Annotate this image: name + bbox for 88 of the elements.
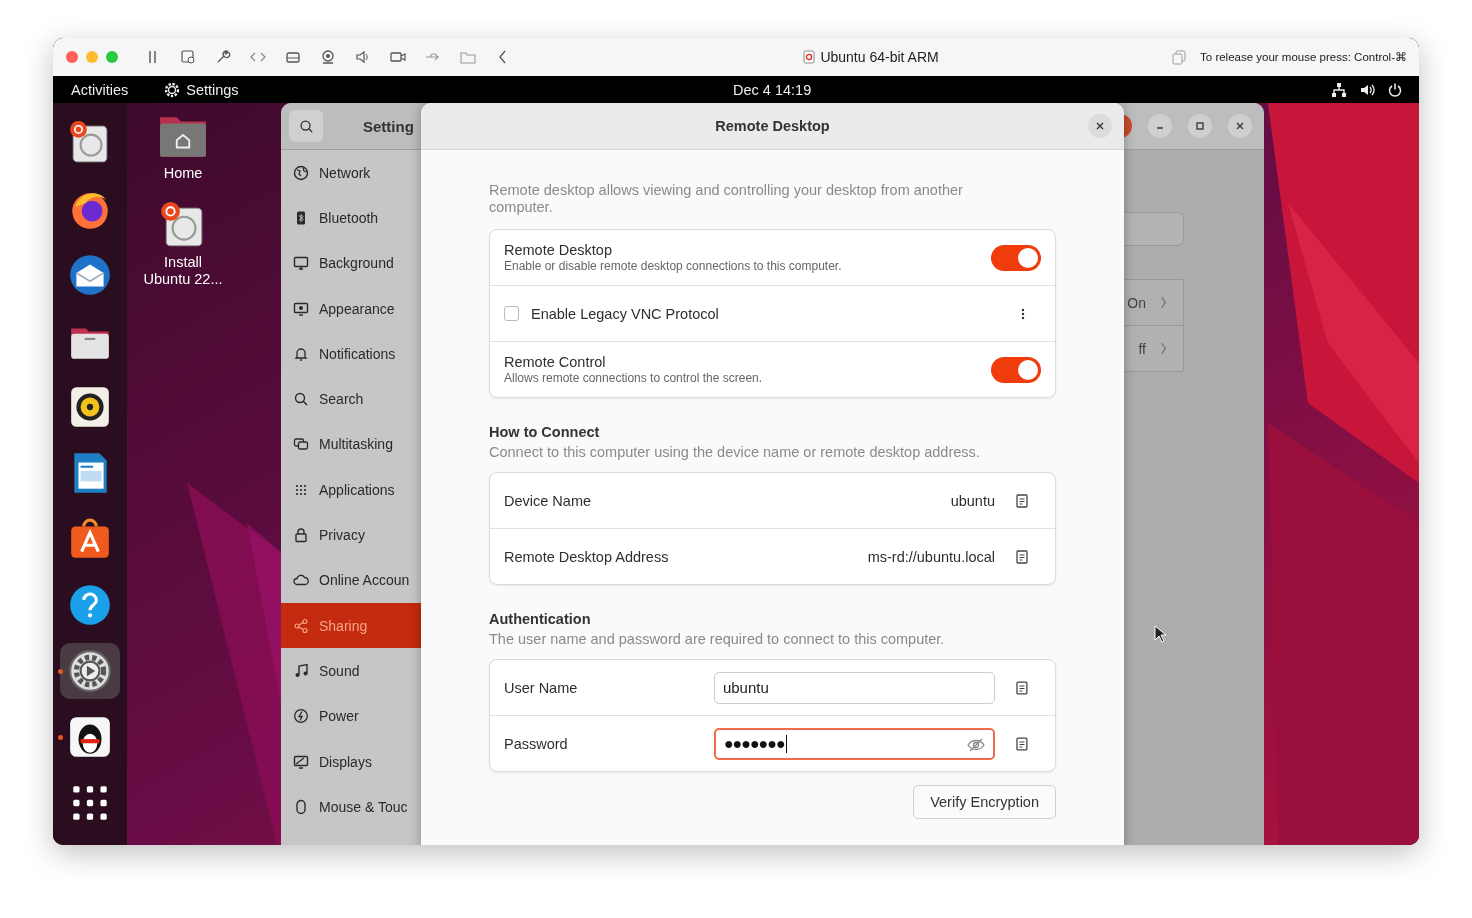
option-description: Enable or disable remote desktop connections to this computer. [504, 259, 843, 273]
music-note-icon [293, 662, 309, 679]
snapshot-icon[interactable] [179, 48, 197, 66]
copy-icon[interactable] [1015, 548, 1029, 565]
description-text: Remote desktop allows viewing and controlling your desktop from another computer. [489, 182, 964, 216]
sidebar-item[interactable]: Bluetooth [281, 195, 421, 241]
verify-encryption-button[interactable]: Verify Encryption [913, 785, 1056, 819]
close-icon [1095, 121, 1105, 131]
maximize-button[interactable] [1188, 114, 1212, 138]
sidebar-item[interactable]: Displays [281, 738, 421, 785]
shortcut-label: Home [162, 165, 204, 182]
toggle-switch[interactable] [991, 356, 1041, 383]
dialog-title: Remote Desktop [715, 118, 830, 134]
text-field[interactable]: ubuntu [713, 671, 996, 704]
chevron-right-icon [1160, 296, 1167, 309]
toggle-switch[interactable] [991, 244, 1041, 271]
dock-item[interactable] [60, 643, 120, 699]
gear-icon [164, 81, 181, 98]
bell-icon [293, 345, 309, 362]
windows-icon [293, 436, 309, 453]
penguin-icon [67, 714, 113, 760]
network-icon[interactable] [1331, 81, 1347, 98]
section-description: Connect to this computer using the device name or remote desktop address. [489, 444, 981, 460]
camera-person-icon[interactable] [319, 48, 337, 66]
clock[interactable]: Dec 4 14:19 [733, 81, 812, 98]
question-icon [67, 582, 113, 628]
section-description: The user name and password are required to connect to this computer. [489, 631, 946, 647]
globe-icon [293, 164, 309, 181]
share-icon [293, 617, 309, 634]
sidebar-item[interactable]: Mouse & Touc [281, 784, 421, 830]
power-icon[interactable] [1387, 81, 1403, 98]
envelope-icon [67, 252, 113, 298]
option-label: Enable Legacy VNC Protocol [531, 305, 720, 322]
search-icon [293, 391, 309, 408]
field-label: Password [504, 735, 569, 752]
option-title: Remote Desktop [504, 242, 613, 258]
field-label: Device Name [504, 492, 593, 509]
close-window-button[interactable] [66, 51, 78, 63]
display-icon [293, 753, 309, 770]
screen-icon [293, 300, 309, 317]
monitor-icon [293, 255, 309, 272]
field-label: User Name [504, 679, 579, 696]
close-button[interactable] [1088, 114, 1112, 138]
desktop-shortcut[interactable]: Install Ubuntu 22... [133, 200, 233, 288]
power-icon [293, 708, 309, 725]
chevron-right-icon [1160, 342, 1167, 355]
sidebar-item[interactable]: Network [281, 150, 421, 196]
copy-icon[interactable] [1015, 679, 1029, 696]
field-value: ms-rd://ubuntu.local [867, 548, 995, 565]
maximize-icon [1195, 121, 1205, 131]
password-field[interactable]: ●●●●●●● [713, 727, 996, 760]
sidebar-item[interactable]: Background [281, 240, 421, 286]
document-icon [803, 50, 816, 64]
sidebar-item[interactable]: Sound [281, 648, 421, 694]
eye-off-icon[interactable] [967, 737, 986, 752]
gear-icon [67, 648, 113, 694]
sidebar-item[interactable]: Appearance [281, 285, 421, 332]
release-hint: To release your mouse press: Control-⌘ [1200, 50, 1407, 64]
mouse-pointer-icon [1154, 625, 1166, 643]
sidebar-item[interactable]: Search [281, 376, 421, 422]
sidebar-item[interactable]: Privacy [281, 512, 421, 558]
more-options-icon[interactable] [1021, 306, 1025, 321]
activities-button[interactable]: Activities [71, 81, 129, 98]
section-heading: Authentication [489, 611, 592, 627]
checkbox[interactable] [504, 306, 519, 321]
option-description: Allows remote connections to control the screen. [504, 371, 764, 385]
sidebar-item[interactable]: Multitasking [281, 421, 421, 468]
search-icon [298, 118, 314, 134]
field-label: Remote Desktop Address [504, 548, 670, 565]
close-icon [1235, 121, 1245, 131]
sidebar-item[interactable]: Applications [281, 467, 421, 513]
sidebar-item[interactable]: Notifications [281, 331, 421, 377]
mouse-icon [293, 798, 309, 815]
copy-icon[interactable] [1015, 492, 1029, 509]
copy-icon[interactable] [1015, 735, 1029, 752]
shortcut-label: Install Ubuntu 22... [142, 254, 224, 288]
desktop-shortcut[interactable]: Home [133, 111, 233, 182]
sidebar-item[interactable]: Online Accoun [281, 557, 421, 603]
sidebar-item[interactable]: Power [281, 693, 421, 739]
search-button[interactable] [289, 110, 323, 142]
close-button[interactable] [1228, 114, 1252, 138]
app-menu[interactable]: Settings [164, 81, 239, 98]
window-title: Setting [363, 117, 414, 135]
section-heading: How to Connect [489, 424, 601, 440]
window-title: Ubuntu 64-bit ARM [820, 49, 939, 65]
field-value: ubuntu [950, 492, 995, 509]
option-title: Remote Control [504, 354, 607, 370]
lock-icon [293, 527, 309, 543]
